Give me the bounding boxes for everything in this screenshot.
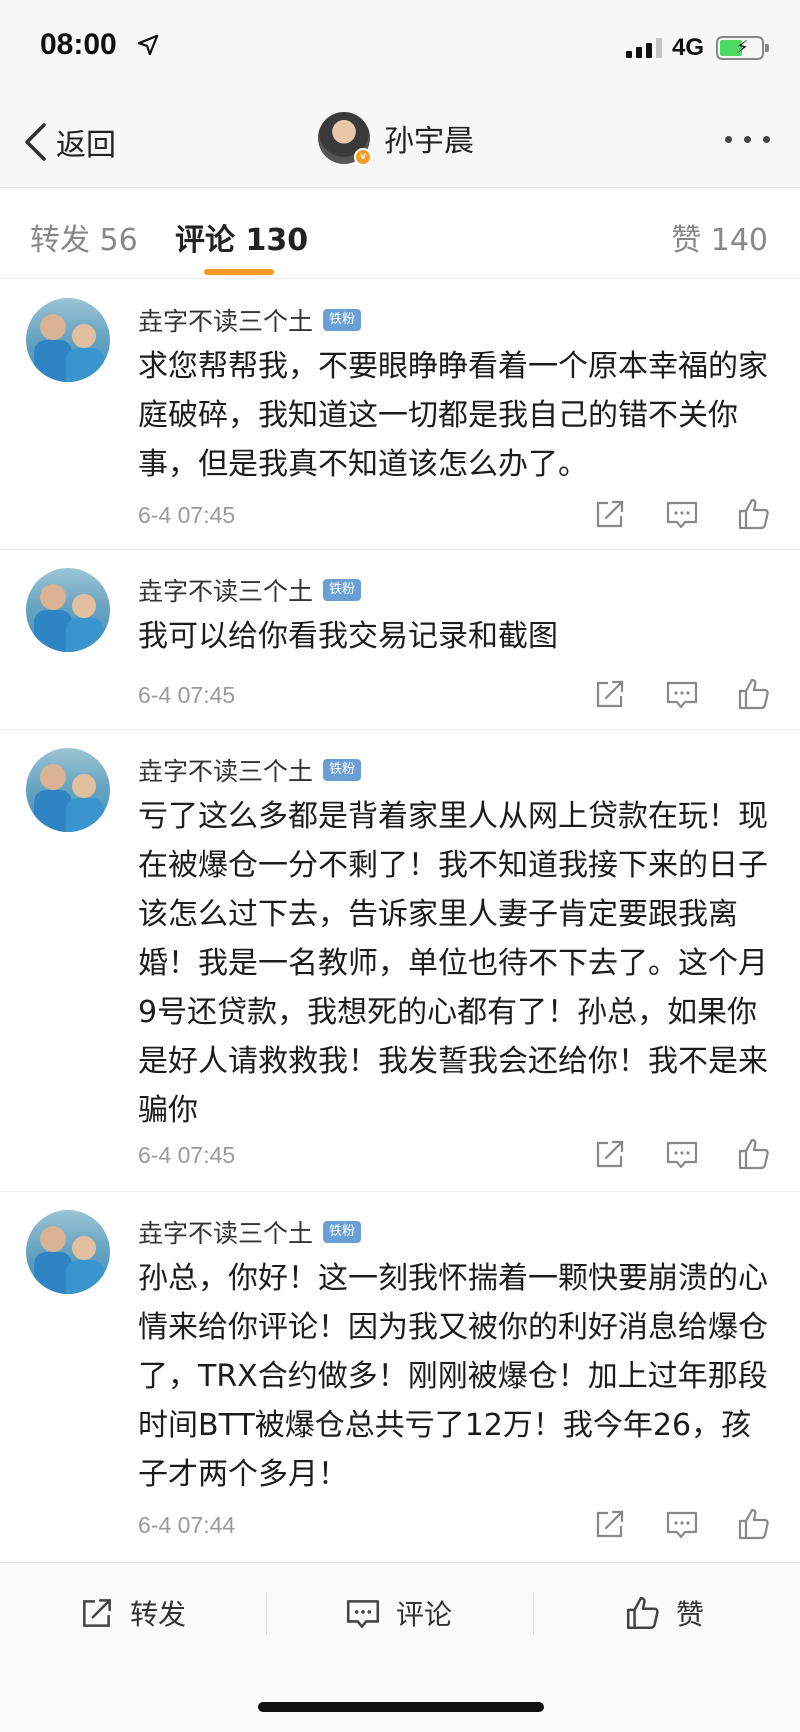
comment-text: 求您帮帮我，不要眼睁睁看着一个原本幸福的家庭破碎，我知道这一切都是我自己的错不关… [138,349,768,482]
avatar: v [318,112,372,166]
active-tab-indicator [204,269,274,275]
fan-badge: 铁粉 [323,1221,362,1243]
comment-list: 垚字不读三个土 铁粉 求您帮帮我，不要眼睁睁看着一个原本幸福的家庭破碎，我知道这… [0,280,800,1562]
comment-time: 6-4 07:45 [138,1142,236,1168]
comment-item: 垚字不读三个土 铁粉 我可以给你看我交易记录和截图 6-4 07:45 [0,550,800,730]
like-button[interactable]: 赞 [624,1593,704,1633]
like-icon[interactable] [736,1136,772,1172]
profile-header[interactable]: v 孙宇晨 [318,112,474,166]
like-icon[interactable] [736,676,772,712]
location-arrow-icon [137,34,159,56]
comment-time: 6-4 07:45 [138,502,236,528]
divider [266,1593,267,1635]
comment-icon[interactable] [664,496,700,532]
fan-badge: 铁粉 [323,759,362,781]
tab-comment[interactable]: 评论 130 [175,215,308,259]
network-label: 4G [672,34,705,61]
fan-badge: 铁粉 [323,309,362,331]
share-icon[interactable] [592,1136,628,1172]
like-icon[interactable] [736,496,772,532]
like-icon[interactable] [736,1506,772,1542]
comment-icon[interactable] [664,1136,700,1172]
comment-author[interactable]: 垚字不读三个土 [138,572,313,608]
comment-time: 6-4 07:45 [138,682,236,708]
comment-item: 垚字不读三个土 铁粉 求您帮帮我，不要眼睁睁看着一个原本幸福的家庭破碎，我知道这… [0,280,800,550]
status-time: 08:00 [40,28,117,61]
avatar[interactable] [26,1210,110,1294]
avatar[interactable] [26,298,110,382]
comment-author[interactable]: 垚字不读三个土 [138,1214,313,1250]
tab-repost[interactable]: 转发 56 [30,215,138,259]
bottom-action-bar: 转发 评论 赞 [0,1562,800,1666]
avatar[interactable] [26,568,110,652]
comment-text: 孙总，你好！这一刻我怀揣着一颗快要崩溃的心情来给你评论！因为我又被你的利好消息给… [138,1261,768,1492]
like-icon [626,1596,659,1630]
comment-text: 亏了这么多都是背着家里人从网上贷款在玩！现在被爆仓一分不剩了！我不知道我接下来的… [138,799,768,1128]
home-area [0,1666,800,1732]
comment-label: 评论 [396,1598,453,1631]
share-icon[interactable] [592,676,628,712]
nav-bar: 返回 v 孙宇晨 [0,96,800,188]
share-icon[interactable] [592,496,628,532]
comment-icon[interactable] [664,1506,700,1542]
status-bar: 08:00 4G ⚡ [0,0,800,96]
back-label: 返回 [56,128,116,163]
avatar[interactable] [26,748,110,832]
home-indicator[interactable] [258,1702,544,1712]
comment-item: 垚字不读三个土 铁粉 亏了这么多都是背着家里人从网上贷款在玩！现在被爆仓一分不剩… [0,730,800,1192]
comment-icon [346,1600,380,1628]
tab-like[interactable]: 赞 140 [671,215,768,259]
comment-time: 6-4 07:44 [138,1512,236,1538]
divider [533,1593,534,1635]
tab-bar: 转发 56 评论 130 赞 140 [0,189,800,279]
verified-icon: v [354,148,372,166]
comment-author[interactable]: 垚字不读三个土 [138,302,313,338]
page-title: 孙宇晨 [384,124,474,159]
battery-icon: ⚡ [716,36,769,60]
back-chevron-icon [25,123,46,161]
repost-label: 转发 [130,1598,187,1631]
more-dots-icon[interactable] [725,136,770,143]
comment-icon[interactable] [664,676,700,712]
comment-text: 我可以给你看我交易记录和截图 [138,619,558,654]
back-button[interactable]: 返回 [22,118,116,166]
comment-button[interactable]: 评论 [344,1593,452,1633]
comment-item: 垚字不读三个土 铁粉 孙总，你好！这一刻我怀揣着一颗快要崩溃的心情来给你评论！因… [0,1192,800,1562]
share-icon[interactable] [592,1506,628,1542]
signal-icon [626,38,662,58]
like-label: 赞 [676,1598,705,1631]
repost-button[interactable]: 转发 [78,1593,186,1633]
fan-badge: 铁粉 [323,579,362,601]
share-icon [83,1599,111,1627]
comment-author[interactable]: 垚字不读三个土 [138,752,313,788]
